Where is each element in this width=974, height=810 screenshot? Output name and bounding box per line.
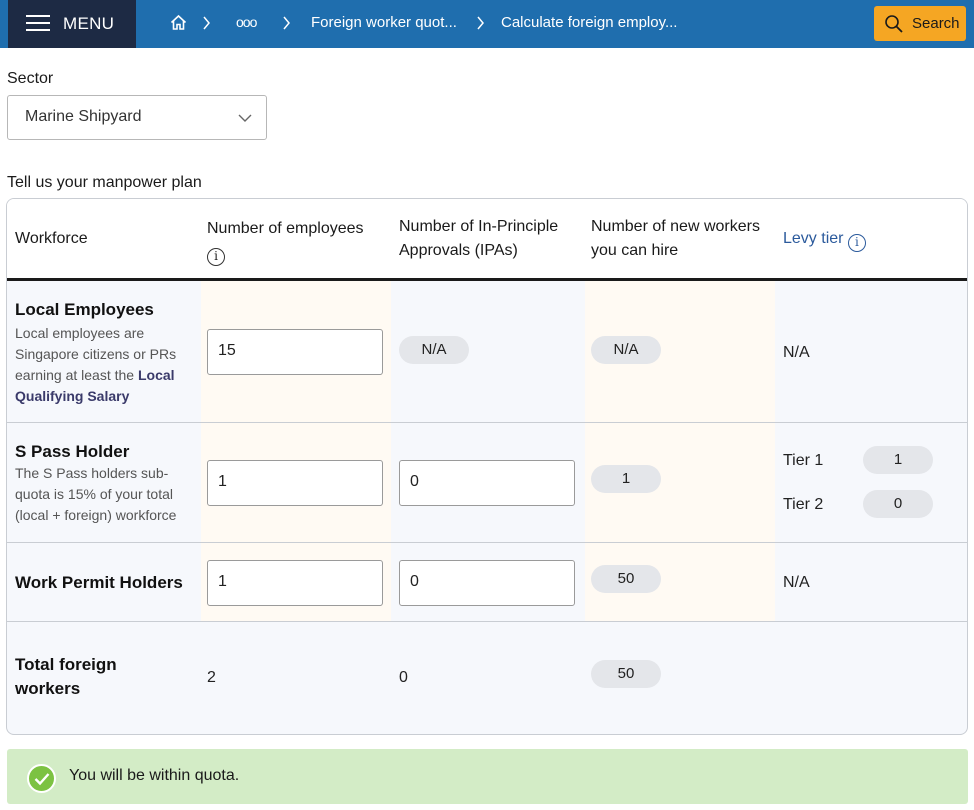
column-ipas: Number of In-Principle Approvals (IPAs)	[399, 218, 559, 259]
s-pass-employees-input[interactable]: 1	[207, 460, 383, 506]
search-button[interactable]: Search	[874, 6, 966, 41]
tier-2-label: Tier 2	[783, 496, 824, 513]
quota-status-banner: You will be within quota.	[7, 749, 968, 804]
search-label: Search	[912, 15, 960, 32]
manpower-plan-table: Workforce Number of employees i Number o…	[6, 198, 968, 735]
menu-button[interactable]: MENU	[8, 0, 136, 48]
s-pass-title: S Pass Holder	[15, 442, 130, 461]
work-permit-title: Work Permit Holders	[15, 573, 183, 592]
hamburger-icon	[26, 15, 50, 33]
check-circle-icon	[27, 764, 56, 793]
row-divider	[7, 542, 967, 543]
home-icon[interactable]	[170, 14, 187, 31]
info-icon[interactable]: i	[847, 234, 866, 252]
sector-value: Marine Shipyard	[25, 108, 142, 125]
table-header: Workforce Number of employees i Number o…	[7, 199, 967, 281]
manpower-plan-heading: Tell us your manpower plan	[7, 174, 202, 191]
local-employees-description: Local employees are Singapore citizens o…	[15, 323, 195, 407]
total-ipas-value: 0	[399, 669, 408, 686]
quota-status-text: You will be within quota.	[69, 767, 240, 784]
column-new-workers: Number of new workers you can hire	[591, 218, 760, 259]
s-pass-description: The S Pass holders sub-quota is 15% of y…	[15, 465, 177, 523]
search-icon	[885, 15, 903, 33]
local-ipas-value: N/A	[399, 336, 469, 364]
chevron-right-icon	[283, 16, 290, 30]
sector-select[interactable]: Marine Shipyard	[7, 95, 267, 140]
local-employees-input[interactable]: 15	[207, 329, 383, 375]
total-employees-value: 2	[207, 669, 216, 686]
column-levy-tier[interactable]: Levy tier i	[783, 227, 866, 252]
local-employees-title: Local Employees	[15, 300, 154, 319]
local-new-workers-value: N/A	[591, 336, 661, 364]
row-divider	[7, 422, 967, 423]
s-pass-ipas-input[interactable]: 0	[399, 460, 575, 506]
breadcrumb-foreign-worker-quota[interactable]: Foreign worker quot...	[311, 14, 457, 31]
work-permit-new-workers-value: 50	[591, 565, 661, 593]
column-employees: Number of employees i	[207, 217, 387, 266]
local-levy-value: N/A	[783, 344, 810, 361]
work-permit-employees-input[interactable]: 1	[207, 560, 383, 606]
s-pass-new-workers-value: 1	[591, 465, 661, 493]
tier-1-value: 1	[863, 446, 933, 474]
chevron-right-icon	[203, 16, 210, 30]
breadcrumb-current-page[interactable]: Calculate foreign employ...	[501, 14, 677, 31]
column-levy-tier-label: Levy tier	[783, 230, 844, 247]
work-permit-ipas-input[interactable]: 0	[399, 560, 575, 606]
top-navigation-bar: MENU ooo Foreign worker quot... Calculat…	[0, 0, 974, 48]
sector-label: Sector	[7, 70, 54, 87]
breadcrumb-overflow[interactable]: ooo	[236, 14, 257, 30]
menu-label: MENU	[63, 14, 115, 33]
work-permit-levy-value: N/A	[783, 574, 810, 591]
chevron-right-icon	[477, 16, 484, 30]
column-employees-label: Number of employees	[207, 220, 364, 237]
row-divider	[7, 621, 967, 622]
column-workforce: Workforce	[15, 230, 88, 247]
tier-1-label: Tier 1	[783, 452, 824, 469]
total-foreign-workers-title: Total foreign workers	[15, 655, 117, 698]
total-new-workers-value: 50	[591, 660, 661, 688]
info-icon[interactable]: i	[207, 248, 225, 266]
chevron-down-icon	[238, 114, 252, 122]
tier-2-value: 0	[863, 490, 933, 518]
